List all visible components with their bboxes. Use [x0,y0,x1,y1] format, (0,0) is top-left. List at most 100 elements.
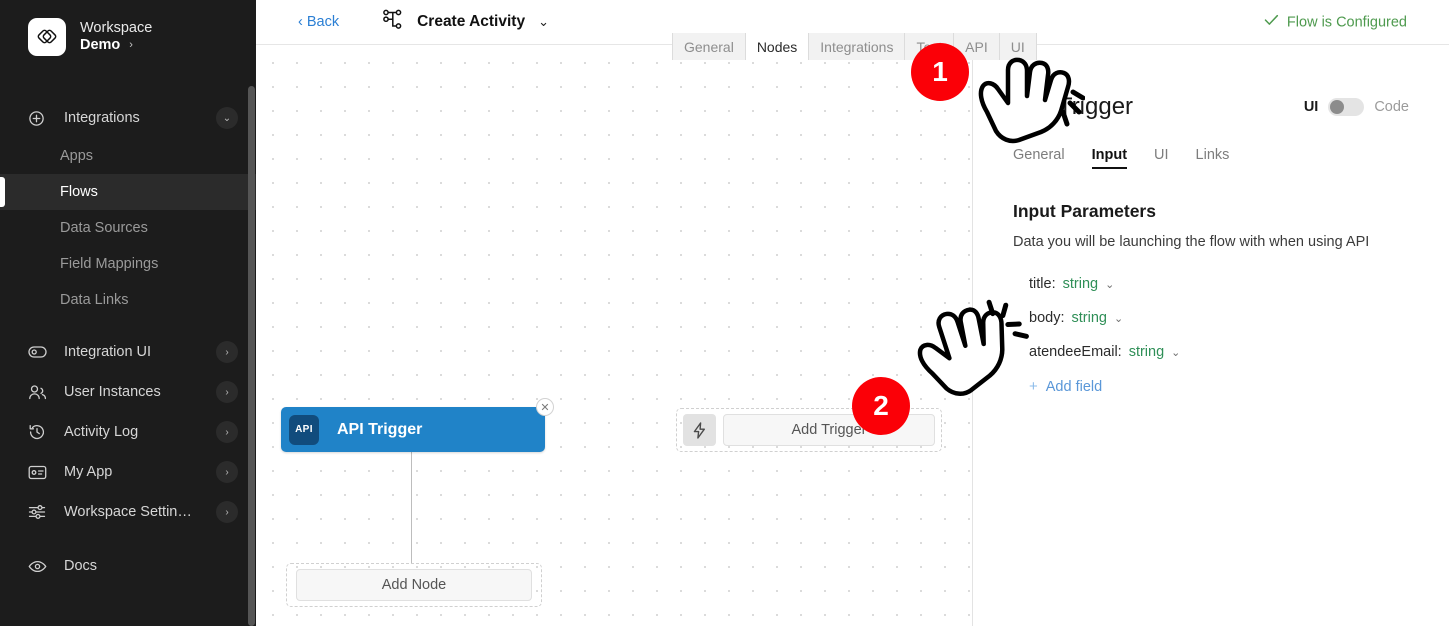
chevron-right-icon[interactable]: › [216,381,238,403]
sidebar-item-integration-ui[interactable]: Integration UI › [0,332,256,372]
sidebar-item-label: Docs [64,558,98,574]
sidebar-subitem-label: Flows [60,184,98,200]
chevron-right-icon[interactable]: › [216,341,238,363]
tab-nodes[interactable]: Nodes [745,33,810,60]
api-badge-icon: API [289,414,319,445]
workspace-switcher[interactable]: Workspace Demo › [0,0,256,56]
main-area: ‹ Back Create Activity ⌄ Flow is Configu… [256,0,1449,626]
sidebar-subitem-label: Data Sources [60,220,148,236]
sidebar-item-my-app[interactable]: My App › [0,452,256,492]
input-field-row[interactable]: title: string ⌄ [1029,276,1409,292]
tab-general[interactable]: General [672,33,746,60]
chevron-down-icon[interactable]: ⌄ [1114,312,1123,325]
sidebar-subitem-label: Apps [60,148,94,164]
flow-status-label: Flow is Configured [1286,14,1407,30]
app-root: Workspace Demo › Integrations ⌄ Apps Flo [0,0,1449,626]
field-colon: : [1060,310,1065,326]
sidebar-item-field-mappings[interactable]: Field Mappings [0,246,256,282]
toggle-knob [1330,100,1345,114]
workspace-name-row: Demo › [80,37,152,54]
sidebar-item-flows[interactable]: Flows [0,174,256,210]
panel-header: API Trigger UI Code [1013,93,1409,121]
add-field-button[interactable]: + Add field [1029,378,1409,395]
plus-icon: + [1029,378,1038,395]
flow-tabs: General Nodes Integrations Test API UI [672,33,1037,60]
tab-integrations[interactable]: Integrations [809,33,906,60]
node-details-panel: API Trigger UI Code General Input UI Lin… [972,45,1449,626]
sidebar-item-docs[interactable]: Docs [0,546,256,586]
node-api-trigger[interactable]: API API Trigger ✕ [281,398,554,452]
add-field-label: Add field [1045,378,1103,395]
step-badge-2: 2 [852,377,910,435]
input-field-row[interactable]: atendeeEmail: string ⌄ [1029,344,1409,360]
panel-title: API Trigger [1013,93,1134,120]
sidebar-item-label: Workspace Settin… [64,504,192,520]
toggle-label-code: Code [1374,99,1409,115]
chevron-down-icon[interactable]: ⌄ [1171,346,1180,359]
back-button[interactable]: ‹ Back [298,14,339,30]
sidebar-item-label: User Instances [64,384,161,400]
field-type[interactable]: string [1071,310,1106,326]
input-field-row[interactable]: body: string ⌄ [1029,310,1409,326]
eye-icon [28,560,50,573]
sidebar-item-label: Activity Log [64,424,139,440]
field-colon: : [1051,276,1056,292]
sidebar-item-label: Integrations [64,110,140,126]
panel-tab-links[interactable]: Links [1196,147,1230,169]
sidebar: Workspace Demo › Integrations ⌄ Apps Flo [0,0,256,626]
history-icon [28,423,50,441]
sidebar-item-label: My App [64,464,113,480]
toggle-icon [28,345,50,359]
chevron-right-icon[interactable]: › [216,501,238,523]
panel-tab-input[interactable]: Input [1091,147,1128,169]
field-type[interactable]: string [1063,276,1098,292]
workspace-text: Workspace Demo › [80,20,152,54]
panel-tab-ui[interactable]: UI [1154,147,1169,169]
add-node-button[interactable]: Add Node [296,569,532,601]
toggle-label-ui: UI [1303,99,1319,115]
sidebar-item-user-instances[interactable]: User Instances › [0,372,256,412]
node-label: API Trigger [337,420,423,438]
flow-tree-icon [381,8,404,36]
chevron-right-icon: › [129,39,133,52]
chevron-down-icon[interactable]: ⌄ [538,14,549,30]
ui-code-toggle[interactable] [1328,98,1365,116]
activity-title: Create Activity [417,13,526,30]
input-parameters-list: title: string ⌄ body: string ⌄ atendeeEm… [1013,276,1409,395]
field-key: title [1029,276,1052,292]
sidebar-item-activity-log[interactable]: Activity Log › [0,412,256,452]
sidebar-item-workspace-settings[interactable]: Workspace Settin… › [0,492,256,532]
node-connector-line [411,452,412,564]
chevron-right-icon[interactable]: › [216,421,238,443]
chevron-right-icon[interactable]: › [216,461,238,483]
ui-code-toggle-group: UI Code [1304,98,1409,116]
sidebar-item-data-links[interactable]: Data Links [0,282,256,318]
flow-status-badge: Flow is Configured [1264,14,1407,31]
lightning-bolt-icon[interactable] [683,414,716,446]
step-badge-1: 1 [911,43,969,101]
users-icon [28,384,50,401]
sidebar-scrollbar[interactable] [248,86,255,626]
tab-ui[interactable]: UI [999,33,1037,60]
sidebar-item-apps[interactable]: Apps [0,138,256,174]
sidebar-item-integrations[interactable]: Integrations ⌄ [0,98,256,138]
check-icon [1264,14,1279,31]
workspace-logo-icon [28,18,66,56]
workspace-label: Workspace [80,19,153,36]
flow-canvas[interactable]: API API Trigger ✕ Add Node Add Trigger [256,45,972,626]
sidebar-item-data-sources[interactable]: Data Sources [0,210,256,246]
chevron-down-icon[interactable]: ⌄ [216,107,238,129]
id-card-icon [28,465,50,480]
field-colon: : [1117,344,1122,360]
chevron-down-icon[interactable]: ⌄ [1105,278,1114,291]
sidebar-subitem-label: Data Links [60,292,129,308]
workspace-name: Demo [80,37,121,53]
activity-selector[interactable]: Create Activity ⌄ [381,8,549,36]
close-icon[interactable]: ✕ [536,398,554,416]
add-node-dropzone: Add Node [286,563,542,607]
panel-tab-general[interactable]: General [1013,147,1065,169]
field-type[interactable]: string [1129,344,1164,360]
sidebar-item-label: Integration UI [64,344,152,360]
